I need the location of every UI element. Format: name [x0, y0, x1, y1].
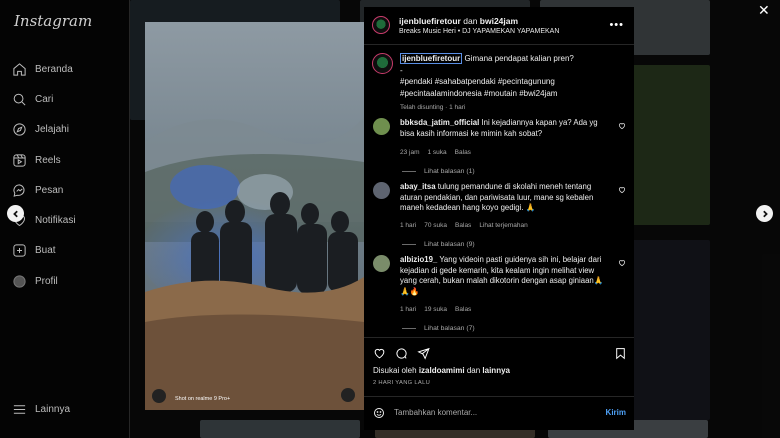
- sidebar-item-profil[interactable]: Profil: [12, 266, 76, 296]
- sidebar-item-buat[interactable]: Buat: [12, 236, 76, 266]
- post-panel: ijenbluefiretour dan bwi24jam Breaks Mus…: [364, 7, 634, 430]
- previous-post-button[interactable]: [7, 205, 24, 222]
- emoji-icon[interactable]: [373, 407, 385, 419]
- author-connector: dan: [460, 16, 480, 26]
- sidebar-item-label: Lainnya: [35, 404, 71, 415]
- sidebar-item-label: Jelajahi: [35, 124, 69, 136]
- instagram-logo[interactable]: Instagram: [14, 12, 92, 30]
- audio-attribution[interactable]: Breaks Music Heri • DJ YAPAMEKAN YAPAMEK…: [399, 28, 559, 35]
- comment-username[interactable]: bbksda_jatim_official: [400, 118, 479, 127]
- comment-body: bbksda_jatim_official Ini kejadiannya ka…: [400, 118, 610, 139]
- comment-body: albizio19_ Yang videoin pasti guidenya s…: [400, 255, 610, 297]
- comment-avatar[interactable]: [373, 255, 390, 272]
- post-actions: [364, 337, 634, 365]
- comment-like-icon[interactable]: [618, 186, 626, 194]
- likes-prefix: Disukai oleh: [373, 366, 419, 375]
- comment-time: 1 hari: [400, 222, 417, 229]
- chevron-right-icon: [762, 210, 768, 217]
- author-avatar[interactable]: [372, 16, 390, 34]
- share-icon[interactable]: [417, 347, 430, 360]
- comment-likes[interactable]: 19 suka: [424, 306, 447, 313]
- comment-meta: 1 hari 19 suka Balas: [400, 306, 479, 313]
- likes-summary: Disukai oleh izaldoamimi dan lainnya: [373, 366, 510, 375]
- sidebar-item-reels[interactable]: Reels: [12, 145, 76, 175]
- caption-username[interactable]: ijenbluefiretour: [400, 53, 463, 64]
- next-post-button[interactable]: [756, 205, 773, 222]
- video-frame: [145, 22, 364, 410]
- post-header: ijenbluefiretour dan bwi24jam Breaks Mus…: [364, 7, 634, 45]
- more-options-icon[interactable]: •••: [609, 19, 624, 31]
- likes-and: dan: [464, 366, 483, 375]
- sidebar-item-label: Notifikasi: [35, 215, 76, 227]
- comment-meta: 23 jam 1 suka Balas: [400, 149, 479, 156]
- comment-likes[interactable]: 70 suka: [424, 222, 447, 229]
- avatar-icon: [13, 275, 26, 288]
- comment-username[interactable]: albizio19_: [400, 255, 437, 264]
- comment-time: 1 hari: [400, 306, 417, 313]
- search-icon: [13, 93, 26, 106]
- comment-like-icon[interactable]: [618, 259, 626, 267]
- see-translation-button[interactable]: Lihat terjemahan: [479, 222, 527, 229]
- caption-hashtags[interactable]: #pecintaalamindonesia #moutain #bwi24jam: [400, 88, 626, 100]
- comment-reply-button[interactable]: Balas: [455, 149, 471, 156]
- view-replies-button[interactable]: Lihat balasan (1): [402, 168, 475, 175]
- sidebar-item-label: Cari: [35, 93, 54, 105]
- sidebar-item-beranda[interactable]: Beranda: [12, 54, 76, 84]
- sidebar-item-label: Reels: [35, 154, 61, 166]
- caption-text: Gimana pendapat kalian pren?: [464, 54, 574, 63]
- menu-icon: [13, 405, 26, 414]
- chevron-left-icon: [12, 210, 18, 217]
- likes-user[interactable]: izaldoamimi: [419, 366, 465, 375]
- sidebar-item-label: Profil: [35, 275, 58, 287]
- author-line: ijenbluefiretour dan bwi24jam: [399, 16, 518, 26]
- post-date: 2 HARI YANG LALU: [373, 380, 431, 386]
- comment-username[interactable]: abay_itsa: [400, 182, 436, 191]
- compass-icon: [13, 123, 26, 136]
- caption-hashtags[interactable]: #pendaki #sahabatpendaki #pecintagunung: [400, 76, 626, 88]
- caption-avatar[interactable]: [372, 53, 393, 74]
- comment-reply-button[interactable]: Balas: [455, 222, 471, 229]
- view-replies-button[interactable]: Lihat balasan (9): [402, 241, 475, 248]
- sidebar-item-label: Pesan: [35, 184, 64, 196]
- post-caption: ijenbluefiretour Gimana pendapat kalian …: [400, 53, 626, 114]
- sidebar-item-label: Buat: [35, 245, 56, 257]
- comment-time: 23 jam: [400, 149, 420, 156]
- comment-reply-button[interactable]: Balas: [455, 306, 471, 313]
- plus-square-icon: [13, 244, 26, 258]
- sidebar-item-jelajahi[interactable]: Jelajahi: [12, 115, 76, 145]
- author-username[interactable]: ijenbluefiretour: [399, 16, 461, 26]
- media-overlay-text: Shot on realme 9 Pro+: [175, 396, 231, 402]
- comment-avatar[interactable]: [373, 118, 390, 135]
- comment-icon[interactable]: [395, 347, 408, 360]
- view-replies-button[interactable]: Lihat balasan (7): [402, 325, 475, 332]
- sidebar-item-pesan[interactable]: Pesan: [12, 175, 76, 205]
- sidebar-nav: Beranda Cari Jelajahi Reels Pesan Notifi…: [12, 54, 76, 296]
- caption-dash: -: [400, 65, 403, 75]
- like-icon[interactable]: [373, 347, 386, 360]
- close-icon[interactable]: ✕: [758, 2, 770, 19]
- caption-meta: Telah disunting · 1 hari: [400, 104, 466, 111]
- sidebar-item-label: Beranda: [35, 63, 73, 75]
- reels-icon: [13, 153, 26, 167]
- post-comment-button[interactable]: Kirim: [606, 408, 626, 417]
- comment-likes[interactable]: 1 suka: [428, 149, 447, 156]
- comment-meta: 1 hari 70 suka Balas Lihat terjemahan: [400, 222, 536, 229]
- comment-input[interactable]: [394, 408, 594, 417]
- comment-like-icon[interactable]: [618, 122, 626, 130]
- post-media[interactable]: Shot on realme 9 Pro+: [145, 22, 364, 410]
- comment-body: abay_itsa tulung pemandune di skolahi me…: [400, 182, 610, 214]
- messenger-icon: [13, 184, 25, 197]
- add-comment-row: Kirim: [364, 396, 634, 430]
- likes-others[interactable]: lainnya: [482, 366, 510, 375]
- comment-avatar[interactable]: [373, 182, 390, 199]
- sidebar-item-cari[interactable]: Cari: [12, 84, 76, 114]
- collab-username[interactable]: bwi24jam: [480, 16, 518, 26]
- sidebar-item-more[interactable]: Lainnya: [12, 402, 70, 417]
- home-icon: [13, 62, 26, 76]
- save-icon[interactable]: [614, 347, 627, 360]
